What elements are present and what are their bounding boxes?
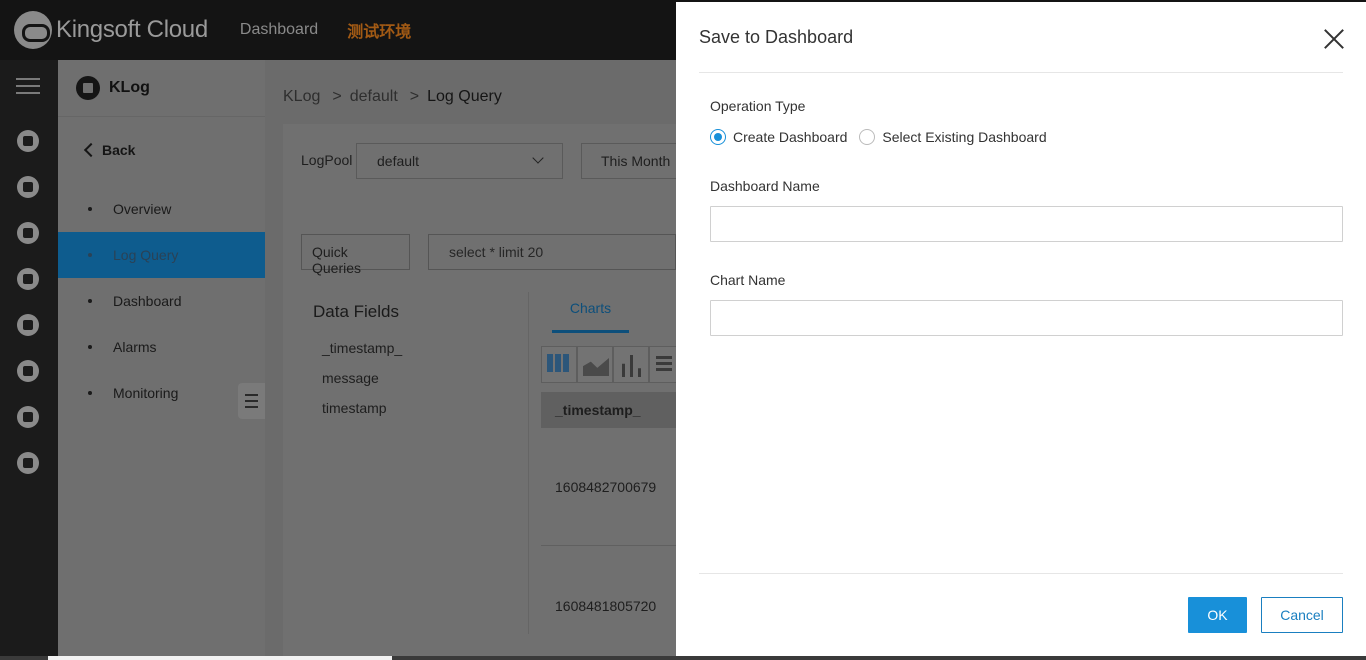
close-icon[interactable] [1324, 29, 1344, 49]
data-fields-panel: Data Fields _timestamp_ message timestam… [301, 292, 529, 634]
row-divider [541, 545, 676, 546]
radio-checked-icon [710, 129, 726, 145]
brand-name: Kingsoft Cloud [56, 16, 208, 43]
bar-chart-icon[interactable] [613, 346, 649, 383]
sidebar-item-alarms[interactable]: Alarms [58, 324, 265, 370]
server-icon[interactable] [17, 268, 39, 290]
table-cell: 1608482700679 [555, 479, 657, 495]
top-nav-dashboard[interactable]: Dashboard [240, 21, 318, 39]
radio-select-existing-dashboard[interactable]: Select Existing Dashboard [859, 129, 1047, 145]
header-divider [699, 72, 1343, 73]
sidebar-item-label: Overview [113, 201, 172, 217]
back-button[interactable]: Back [83, 142, 136, 158]
field-item[interactable]: timestamp [322, 400, 387, 416]
column-header-label: _timestamp_ [555, 402, 641, 418]
logpool-value: default [377, 153, 420, 169]
query-input[interactable]: select * limit 20 [428, 234, 676, 270]
save-to-dashboard-drawer: Save to Dashboard Operation Type Create … [676, 2, 1366, 656]
chart-name-input[interactable] [710, 300, 1343, 336]
quick-queries-button[interactable]: Quick Queries [301, 234, 410, 276]
logpool-select[interactable]: default [356, 143, 563, 179]
bullet-icon [88, 345, 92, 349]
klog-icon [76, 76, 100, 100]
bullet-icon [88, 253, 92, 257]
horizontal-bar-chart-icon[interactable] [649, 346, 676, 383]
table-chart-icon[interactable] [541, 346, 577, 383]
cloud-storage-icon[interactable] [17, 176, 39, 198]
cloud-upload-icon[interactable] [17, 406, 39, 428]
menu-icon[interactable] [16, 78, 40, 96]
chevron-left-icon [83, 142, 99, 158]
back-label: Back [102, 142, 136, 158]
product-name: KLog [109, 79, 150, 96]
sidebar-item-monitoring[interactable]: Monitoring [58, 370, 265, 416]
ok-button[interactable]: OK [1188, 597, 1247, 633]
logpool-label: LogPool [301, 152, 353, 168]
bullet-icon [88, 207, 92, 211]
bottom-scrollbar[interactable] [0, 656, 1366, 660]
sidebar: KLog Back Overview Log Query Dashboard A… [58, 60, 265, 660]
sidebar-header: KLog [58, 60, 265, 117]
breadcrumb-item-current: Log Query [427, 88, 502, 105]
breadcrumb-item-klog[interactable]: KLog [283, 88, 320, 106]
icon-rail [0, 60, 58, 660]
footer-divider [699, 573, 1343, 574]
sidebar-item-log-query[interactable]: Log Query [58, 232, 265, 278]
field-item[interactable]: message [322, 370, 379, 386]
radio-create-dashboard[interactable]: Create Dashboard [710, 129, 847, 145]
scrollbar-thumb[interactable] [48, 656, 392, 660]
chart-name-label: Chart Name [710, 272, 786, 288]
id-card-icon[interactable] [17, 452, 39, 474]
drawer-title: Save to Dashboard [699, 27, 854, 47]
breadcrumb: KLog > default > Log Query [283, 88, 502, 106]
breadcrumb-separator: > [332, 88, 342, 105]
field-item[interactable]: _timestamp_ [322, 340, 402, 356]
time-range-select[interactable]: This Month [581, 143, 681, 179]
cloud-logo-icon [14, 11, 52, 49]
network-icon[interactable] [17, 222, 39, 244]
operation-type-label: Operation Type [710, 98, 806, 114]
tab-charts[interactable]: Charts [552, 300, 629, 333]
radio-label: Select Existing Dashboard [882, 129, 1047, 145]
app-root: Kingsoft Cloud Dashboard 测试环境 KLog Back … [0, 0, 1366, 660]
bullet-icon [88, 299, 92, 303]
chevron-down-icon [532, 152, 544, 164]
chart-type-bar [541, 346, 676, 384]
breadcrumb-separator: > [409, 88, 420, 105]
data-fields-title: Data Fields [313, 302, 399, 321]
sidebar-item-label: Alarms [113, 339, 157, 355]
sidebar-item-label: Log Query [113, 247, 179, 263]
cancel-button[interactable]: Cancel [1261, 597, 1343, 633]
quick-queries-label: Quick Queries [312, 244, 362, 276]
operation-type-radio-group: Create Dashboard Select Existing Dashboa… [710, 129, 1047, 145]
monitor-icon[interactable] [17, 314, 39, 336]
bullet-icon [88, 391, 92, 395]
radio-label: Create Dashboard [733, 129, 848, 145]
column-header-timestamp[interactable]: _timestamp_ [541, 392, 676, 428]
wave-icon[interactable] [17, 360, 39, 382]
sidebar-item-label: Monitoring [113, 385, 179, 401]
area-chart-icon[interactable] [577, 346, 613, 383]
breadcrumb-item-default[interactable]: default [350, 88, 398, 106]
sidebar-item-label: Dashboard [113, 293, 182, 309]
dashboard-name-input[interactable] [710, 206, 1343, 242]
collapse-sidebar-icon[interactable] [238, 383, 265, 419]
query-text: select * limit 20 [449, 244, 544, 260]
time-range-value: This Month [601, 153, 671, 169]
radio-unchecked-icon [859, 129, 876, 145]
environment-label[interactable]: 测试环境 [347, 18, 411, 42]
sidebar-item-overview[interactable]: Overview [58, 186, 265, 232]
tab-charts-label: Charts [569, 300, 612, 316]
table-cell: 1608481805720 [555, 598, 657, 614]
database-icon[interactable] [17, 130, 39, 152]
dashboard-name-label: Dashboard Name [710, 178, 820, 194]
brand-logo[interactable]: Kingsoft Cloud [14, 11, 208, 49]
sidebar-item-dashboard[interactable]: Dashboard [58, 278, 265, 324]
